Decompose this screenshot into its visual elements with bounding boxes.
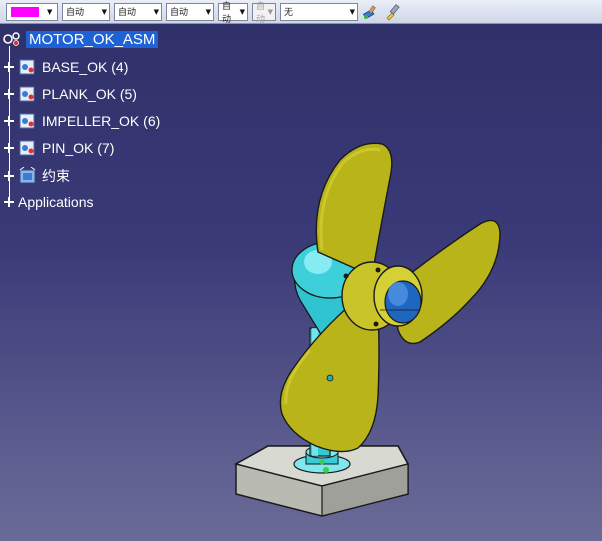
assembly-gear-icon <box>2 30 22 48</box>
tree-item-impeller[interactable]: IMPELLER_OK (6) <box>2 112 160 130</box>
part-gear-icon <box>18 139 38 157</box>
chevron-down-icon: ▼ <box>239 7 245 16</box>
layer-select[interactable]: 自动 ▼ <box>218 2 248 25</box>
chevron-down-icon: ▼ <box>47 7 53 16</box>
tree-item-label: IMPELLER_OK (6) <box>42 113 161 129</box>
chevron-down-icon: ▼ <box>101 7 107 16</box>
graphic-properties-toolbar: ▼ 自动 ▼ 自动 ▼ 自动 ▼ 自动 ▼ 自动 ▼ 无 ▼ <box>0 0 602 25</box>
disabled-select: 自动 ▼ <box>252 2 276 25</box>
point-style-value: 自动 <box>170 8 189 18</box>
paint-painter-icon[interactable] <box>362 3 380 21</box>
tree-item-plank[interactable]: PLANK_OK (5) <box>2 85 137 103</box>
chevron-down-icon: ▼ <box>205 7 211 16</box>
part-gear-icon <box>18 58 38 76</box>
color-swatch <box>11 6 39 17</box>
tree-item-label: 约束 <box>42 168 70 184</box>
tree-item-base[interactable]: BASE_OK (4) <box>2 58 128 76</box>
properties-brush-icon[interactable] <box>384 3 402 21</box>
tree-root-label[interactable]: MOTOR_OK_ASM <box>26 30 159 48</box>
tree-item-label: BASE_OK (4) <box>42 59 129 75</box>
render-style-value: 无 <box>284 8 294 18</box>
color-picker[interactable]: ▼ <box>6 2 58 21</box>
tree-root-node[interactable]: MOTOR_OK_ASM <box>2 30 159 48</box>
layer-value: 自动 <box>222 1 232 25</box>
chevron-down-icon: ▼ <box>349 7 355 16</box>
tree-item-label: Applications <box>18 194 94 210</box>
line-type-select[interactable]: 自动 ▼ <box>114 2 162 21</box>
chevron-down-icon: ▼ <box>267 7 273 16</box>
expand-plus-icon[interactable] <box>2 114 16 128</box>
tree-item-pin[interactable]: PIN_OK (7) <box>2 139 114 157</box>
point-style-select[interactable]: 自动 ▼ <box>166 2 214 21</box>
expand-plus-icon[interactable] <box>2 195 16 209</box>
tree-item-applications[interactable]: Applications <box>2 194 94 210</box>
line-weight-select[interactable]: 自动 ▼ <box>62 2 110 21</box>
part-gear-icon <box>18 85 38 103</box>
line-weight-value: 自动 <box>66 8 85 18</box>
tree-item-constraints[interactable]: 约束 <box>2 166 70 186</box>
tree-item-label: PLANK_OK (5) <box>42 86 137 102</box>
expand-plus-icon[interactable] <box>2 60 16 74</box>
expand-plus-icon[interactable] <box>2 141 16 155</box>
part-gear-icon <box>18 112 38 130</box>
render-style-select[interactable]: 无 ▼ <box>280 2 358 21</box>
tree-item-label: PIN_OK (7) <box>42 140 115 156</box>
expand-plus-icon[interactable] <box>2 87 16 101</box>
constraints-icon <box>18 166 38 185</box>
line-type-value: 自动 <box>118 8 137 18</box>
chevron-down-icon: ▼ <box>153 7 159 16</box>
expand-plus-icon[interactable] <box>2 169 16 183</box>
disabled-select-value: 自动 <box>256 1 266 25</box>
